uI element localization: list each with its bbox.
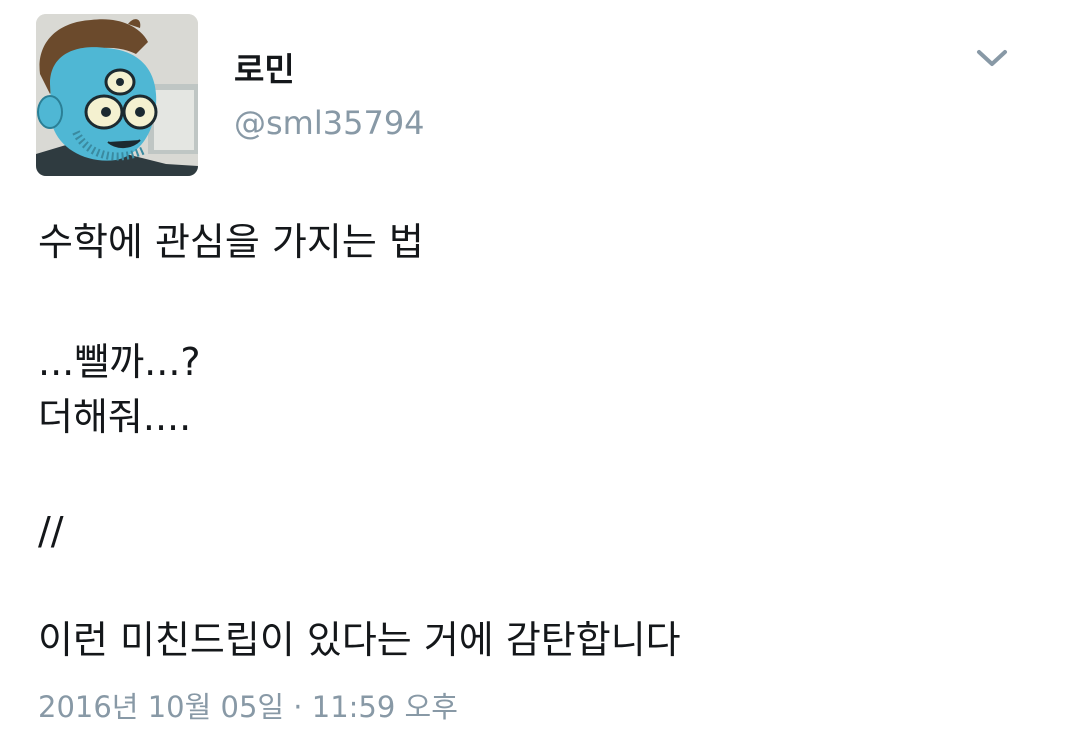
tweet-text-line: 더해줘....	[38, 395, 192, 439]
avatar[interactable]	[36, 14, 198, 176]
tweet-text-line: ...뺄까...?	[38, 340, 201, 384]
tweet-card: 로민 @sml35794 수학에 관심을 가지는 법 ...뺄까...? 더해줘…	[0, 0, 1080, 733]
tweet-text-line: //	[38, 509, 64, 553]
user-handle[interactable]: @sml35794	[234, 103, 425, 143]
tweet-text-line: 수학에 관심을 가지는 법	[38, 220, 424, 264]
display-name[interactable]: 로민	[234, 50, 295, 90]
avatar-illustration	[36, 14, 198, 176]
tweet-timestamp[interactable]: 2016년 10월 05일 · 11:59 오후	[38, 688, 458, 726]
tweet-text-line: 이런 미친드립이 있다는 거에 감탄합니다	[38, 618, 681, 662]
chevron-down-icon[interactable]	[972, 40, 1012, 76]
